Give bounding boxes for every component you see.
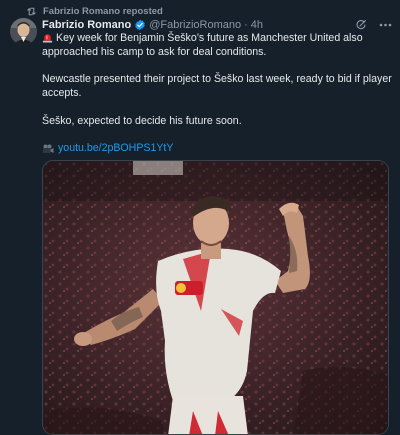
tweet-link[interactable]: youtu.be/2pBOHPS1YtY [58,142,173,156]
avatar[interactable] [10,18,37,45]
repost-icon [27,7,36,15]
tweet-link-line: youtu.be/2pBOHPS1YtY [42,142,392,156]
header-actions [355,19,392,31]
repost-indicator[interactable]: Fabrizio Romano reposted [26,4,163,18]
movie-camera-emoji-icon [43,144,54,154]
avatar-image [10,18,37,45]
tweet-paragraph-1: Key week for Benjamin Šeško’s future as … [42,32,392,60]
tweet-paragraph-2: Newcastle presented their project to Šeš… [42,73,392,100]
tweet-media-photo[interactable] [42,160,389,435]
verified-badge-icon [135,19,145,31]
grok-icon[interactable] [355,19,367,31]
timestamp[interactable]: 4h [251,19,263,31]
tweet-card[interactable]: Fabrizio Romano reposted Fabrizio Romano… [0,0,400,435]
more-options-icon[interactable] [379,23,392,27]
tweet-text: Key week for Benjamin Šeško’s future as … [42,32,392,156]
author-name[interactable]: Fabrizio Romano [42,19,131,31]
repost-label: Fabrizio Romano reposted [43,5,163,17]
tweet-paragraph-3: Šeško, expected to decide his future soo… [42,114,242,127]
siren-emoji-icon [42,34,53,43]
author-handle[interactable]: @FabrizioRomano [149,19,241,31]
tweet-paragraph-1-text: Key week for Benjamin Šeško’s future as … [42,32,363,58]
tweet-header: Fabrizio Romano @FabrizioRomano · 4h [42,17,392,33]
separator-dot: · [244,19,248,31]
photo-footballer-celebrating [43,161,388,434]
